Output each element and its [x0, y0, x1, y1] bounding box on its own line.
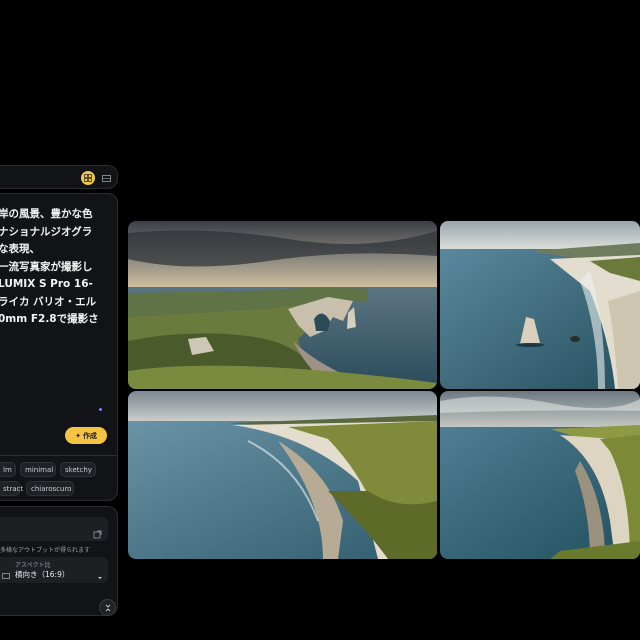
prompt-panel: 岸の風景、豊かな色 ナショナルジオグラ な表現、 一流写真家が撮影し LUMIX… — [0, 193, 118, 501]
prompt-line: な表現、 — [0, 243, 40, 255]
image-cliff-coastline — [440, 391, 640, 559]
view-toolbar — [0, 165, 118, 189]
style-chip[interactable]: sketchy — [60, 462, 96, 477]
prompt-line: ライカ バリオ・エル — [0, 295, 97, 308]
generated-image[interactable] — [128, 221, 437, 389]
settings-panel: 多様なアウトプットが得られます アスペクト比 横向き（16:9） — [0, 506, 118, 616]
divider — [0, 455, 118, 456]
style-chip[interactable]: lm — [0, 462, 16, 477]
prompt-line: 一流写真家が撮影し — [0, 260, 93, 273]
single-view-icon[interactable] — [99, 171, 113, 185]
aspect-ratio-value: 横向き（16:9） — [15, 570, 70, 579]
generated-image[interactable] — [440, 391, 640, 559]
image-coast-arch — [128, 221, 437, 389]
prompt-line: LUMIX S Pro 16- — [0, 278, 93, 290]
prompt-textarea[interactable]: 岸の風景、豊かな色 ナショナルジオグラ な表現、 一流写真家が撮影し LUMIX… — [0, 206, 118, 329]
style-chip[interactable]: stract — [0, 481, 23, 496]
generated-image[interactable] — [440, 221, 640, 389]
prompt-line: 岸の風景、豊かな色 — [0, 208, 93, 220]
style-chip[interactable]: chiaroscuro — [26, 481, 74, 496]
generated-image[interactable] — [128, 391, 437, 559]
open-external-icon[interactable] — [93, 524, 102, 543]
image-sea-stack — [440, 221, 640, 389]
sparkle-icon: ✦ — [75, 431, 81, 440]
grid-view-icon[interactable] — [81, 171, 95, 185]
chevron-down-icon — [97, 566, 103, 585]
aspect-ratio-select[interactable]: アスペクト比 横向き（16:9） — [0, 557, 108, 583]
settings-field[interactable] — [0, 517, 108, 541]
create-button[interactable]: ✦ 作成 — [65, 427, 107, 444]
prompt-line: ナショナルジオグラ — [0, 225, 93, 238]
image-white-cliffs — [128, 391, 437, 559]
settings-hint: 多様なアウトプットが得られます — [0, 547, 91, 554]
style-chip[interactable]: minimal — [20, 462, 56, 477]
create-button-label: 作成 — [82, 431, 97, 440]
aspect-ratio-icon — [2, 565, 10, 584]
prompt-line: 0mm F2.8で撮影さ — [0, 313, 99, 325]
collapse-icon[interactable] — [99, 599, 116, 616]
status-dot — [99, 408, 102, 411]
aspect-ratio-label: アスペクト比 — [15, 562, 51, 569]
